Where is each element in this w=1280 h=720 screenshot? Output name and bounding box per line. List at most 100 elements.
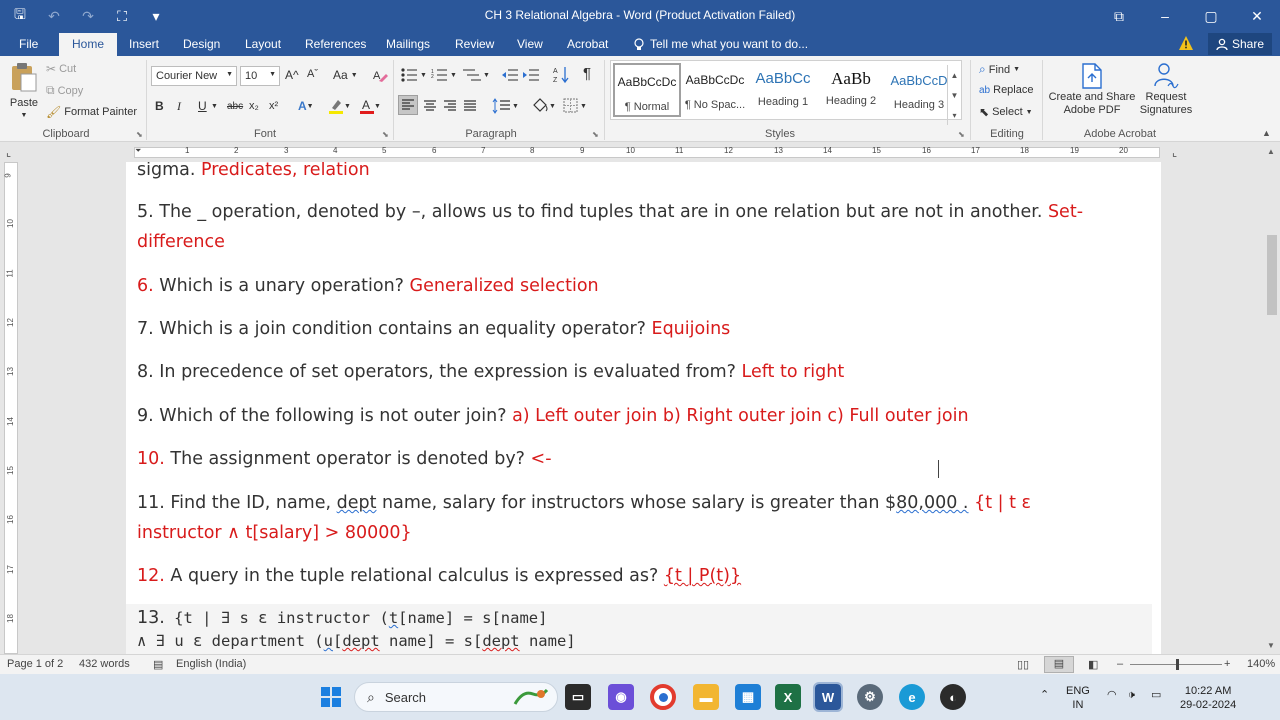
word-icon[interactable]: W <box>813 682 843 712</box>
media-app-icon[interactable]: ◐ <box>940 684 966 710</box>
tab-home[interactable]: Home <box>59 33 118 56</box>
paste-button[interactable]: Paste ▼ <box>8 62 40 119</box>
font-size-select[interactable]: 10 ▼ <box>240 66 280 86</box>
tab-acrobat[interactable]: Acrobat <box>567 37 608 51</box>
change-case-button[interactable]: Aa ▼ <box>333 68 358 82</box>
superscript-button[interactable]: x² <box>269 96 278 116</box>
share-button[interactable]: Share <box>1208 33 1273 55</box>
battery-icon[interactable]: ▭ <box>1151 688 1161 702</box>
align-right-icon[interactable] <box>441 97 459 115</box>
zoom-level[interactable]: 140% <box>1247 658 1275 670</box>
tell-me-box[interactable]: Tell me what you want to do... <box>634 37 808 51</box>
read-mode-icon[interactable]: ▯▯ <box>1017 658 1029 671</box>
collapse-ribbon-icon[interactable]: ▲ <box>1262 128 1271 138</box>
zoom-out-button[interactable]: – <box>1117 658 1123 670</box>
create-share-pdf-button[interactable]: Create and Share Adobe PDF <box>1048 62 1136 116</box>
align-left-button[interactable] <box>398 95 418 115</box>
shading-icon[interactable]: ▼ <box>531 97 557 115</box>
borders-icon[interactable]: ▼ <box>562 97 588 115</box>
strikethrough-button[interactable]: abc <box>227 96 243 116</box>
tab-view[interactable]: View <box>517 37 543 51</box>
select-button[interactable]: ⬉ Select ▼ <box>979 105 1033 119</box>
wifi-icon[interactable]: ◠ <box>1107 688 1117 702</box>
style-no-spacing[interactable]: AaBbCcDc ¶ No Spac... <box>681 63 749 117</box>
decrease-indent-icon[interactable] <box>502 68 518 82</box>
style-heading-3[interactable]: AaBbCcD Heading 3 <box>885 63 953 117</box>
font-name-select[interactable]: Courier New ▼ <box>151 66 237 86</box>
store-icon[interactable]: ▦ <box>735 684 761 710</box>
increase-indent-icon[interactable] <box>523 68 539 82</box>
page-count[interactable]: Page 1 of 2 <box>7 658 63 670</box>
copy-button[interactable]: ⧉ Copy <box>46 83 83 98</box>
word-count[interactable]: 432 words <box>79 658 130 670</box>
align-center-icon[interactable] <box>421 97 439 115</box>
tab-mailings[interactable]: Mailings <box>386 37 430 51</box>
underline-button[interactable]: U <box>198 96 207 116</box>
scroll-down-icon[interactable]: ▼ <box>1267 641 1275 650</box>
clear-formatting-button[interactable]: A <box>372 67 388 83</box>
windows-start-icon[interactable] <box>318 684 344 710</box>
settings-icon[interactable]: ⚙ <box>857 684 883 710</box>
minimize-button[interactable]: – <box>1142 0 1188 32</box>
justify-icon[interactable] <box>461 97 479 115</box>
tab-references[interactable]: References <box>305 37 366 51</box>
more-icon[interactable]: ▾ <box>952 111 956 120</box>
scrollbar-thumb[interactable] <box>1267 235 1277 315</box>
chevron-up-icon[interactable]: ⌃ <box>1040 688 1049 702</box>
bold-button[interactable]: B <box>155 96 164 116</box>
dialog-launcher-icon[interactable]: ⬊ <box>382 130 389 139</box>
text-effects-button[interactable]: A ▼ <box>298 96 314 116</box>
line-spacing-icon[interactable]: ▼ <box>492 97 518 115</box>
ruler-indent-marker[interactable]: ⏷ <box>135 146 141 156</box>
bullets-icon[interactable]: ▼ <box>401 68 427 82</box>
excel-icon[interactable]: X <box>775 684 801 710</box>
show-formatting-button[interactable]: ¶ <box>583 65 591 82</box>
teams-icon[interactable]: ◉ <box>608 684 634 710</box>
numbering-icon[interactable]: 12 ▼ <box>431 68 457 82</box>
ribbon-display-options-button[interactable]: ⧉ <box>1096 0 1142 32</box>
dialog-launcher-icon[interactable]: ⬊ <box>592 130 599 139</box>
cut-button[interactable]: ✂ Cut <box>46 62 76 76</box>
vertical-scrollbar[interactable]: ▲ ▼ <box>1264 143 1280 654</box>
file-explorer-icon[interactable]: ▬ <box>693 684 719 710</box>
clock[interactable]: 10:22 AM 29-02-2024 <box>1180 684 1236 712</box>
taskbar-search[interactable]: ⌕ Search <box>354 682 558 712</box>
multilevel-list-icon[interactable]: ▼ <box>463 68 491 82</box>
italic-button[interactable]: I <box>177 96 181 116</box>
style-heading-2[interactable]: AaBb Heading 2 <box>817 63 885 117</box>
chevron-down-icon[interactable]: ▼ <box>211 96 218 116</box>
scroll-up-icon[interactable]: ▲ <box>1267 147 1275 156</box>
format-painter-button[interactable]: 🖌 Format Painter <box>46 105 137 119</box>
chevron-down-icon[interactable]: ▼ <box>951 91 959 100</box>
tab-design[interactable]: Design <box>183 37 220 51</box>
sort-icon[interactable]: AZ <box>553 66 569 84</box>
input-language[interactable]: ENG IN <box>1066 684 1090 712</box>
font-color-button[interactable]: A ▼ <box>360 96 381 116</box>
tab-insert[interactable]: Insert <box>129 37 159 51</box>
find-button[interactable]: ⌕ Find ▼ <box>979 62 1020 77</box>
right-tab-marker[interactable]: ⌞ <box>1172 146 1177 159</box>
zoom-in-button[interactable]: + <box>1224 658 1230 670</box>
request-signatures-button[interactable]: Request Signatures <box>1138 62 1194 116</box>
chrome-icon[interactable] <box>650 684 676 710</box>
maximize-button[interactable]: ▢ <box>1188 0 1234 32</box>
zoom-slider-thumb[interactable] <box>1176 659 1179 670</box>
styles-gallery-scroll[interactable]: ▲ ▼ ▾ <box>947 65 961 125</box>
task-view-icon[interactable]: ▭ <box>565 684 591 710</box>
volume-icon[interactable]: 🕩 <box>1128 688 1135 702</box>
document-page[interactable]: sigma. Predicates, relation 5. The _ ope… <box>126 162 1161 654</box>
style-heading-1[interactable]: AaBbCc Heading 1 <box>749 63 817 117</box>
subscript-button[interactable]: x₂ <box>249 96 259 116</box>
chevron-up-icon[interactable]: ▲ <box>951 71 959 80</box>
print-layout-icon[interactable]: ▤ <box>1044 656 1074 673</box>
tab-file[interactable]: File <box>19 37 38 51</box>
replace-button[interactable]: ab Replace <box>979 84 1033 96</box>
style-normal[interactable]: AaBbCcDc ¶ Normal <box>613 63 681 117</box>
dialog-launcher-icon[interactable]: ⬊ <box>136 130 143 139</box>
highlight-button[interactable]: ▼ <box>328 96 351 116</box>
shrink-font-button[interactable]: Aˇ <box>307 68 318 80</box>
dialog-launcher-icon[interactable]: ⬊ <box>958 130 965 139</box>
proofing-icon[interactable]: ▤ <box>153 658 163 671</box>
language[interactable]: English (India) <box>176 658 246 670</box>
tab-layout[interactable]: Layout <box>245 37 281 51</box>
